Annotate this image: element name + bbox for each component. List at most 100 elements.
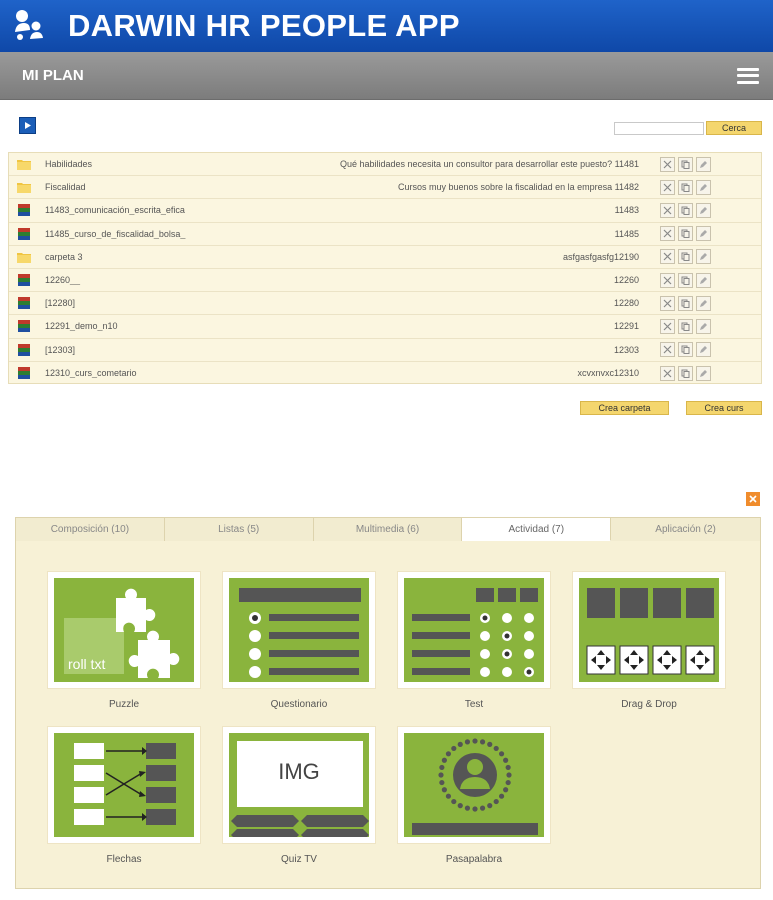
tab-aplicacion[interactable]: Aplicación (2) [611, 518, 760, 541]
quiz-tv-icon: IMG [229, 733, 369, 837]
tile-frame [397, 571, 551, 689]
file-name[interactable]: carpeta 3 [45, 252, 285, 262]
delete-icon[interactable] [660, 365, 675, 381]
delete-icon[interactable] [660, 179, 675, 195]
row-actions [660, 342, 711, 358]
course-book-icon [18, 274, 30, 287]
edit-icon[interactable] [696, 365, 711, 381]
file-row[interactable]: 12310_curs_cometario xcvxnvxc12310 [9, 362, 761, 385]
course-book-icon [18, 204, 30, 217]
edit-icon[interactable] [696, 272, 711, 288]
puzzle-art-text: roll txt [68, 656, 106, 672]
section-bar: MI PLAN [0, 52, 773, 100]
file-row[interactable]: carpeta 3 asfgasfgasfg12190 [9, 246, 761, 269]
delete-icon[interactable] [660, 156, 675, 172]
file-row[interactable]: 11485_curso_de_fiscalidad_bolsa_ 11485 [9, 223, 761, 246]
edit-icon[interactable] [696, 318, 711, 334]
copy-icon[interactable] [678, 226, 693, 242]
app-header: DARWIN HR PEOPLE APP [0, 0, 773, 52]
folder-icon [17, 160, 31, 171]
edit-icon[interactable] [696, 179, 711, 195]
copy-icon[interactable] [678, 249, 693, 265]
delete-icon[interactable] [660, 272, 675, 288]
file-description: 12280 [613, 298, 639, 309]
edit-icon[interactable] [696, 295, 711, 311]
delete-icon[interactable] [660, 202, 675, 218]
edit-icon[interactable] [696, 342, 711, 358]
activity-tile-test[interactable]: Test [397, 571, 551, 710]
activity-tile-puzzle[interactable]: roll txt Puzzle [47, 571, 201, 710]
people-logo-icon [15, 10, 43, 40]
tab-multimedia[interactable]: Multimedia (6) [313, 518, 463, 541]
menu-hamburger-icon[interactable] [737, 67, 759, 84]
activity-label: Puzzle [108, 699, 139, 710]
tab-listas[interactable]: Listas (5) [164, 518, 314, 541]
row-actions [660, 318, 711, 334]
file-row[interactable]: 12291_demo_n10 12291 [9, 315, 761, 339]
file-name[interactable]: 12310_curs_cometario [45, 368, 285, 378]
edit-icon[interactable] [696, 202, 711, 218]
edit-icon[interactable] [696, 156, 711, 172]
file-row[interactable]: 12260__ 12260 [9, 269, 761, 293]
file-name[interactable]: 12291_demo_n10 [45, 321, 285, 331]
tab-composicion[interactable]: Composición (10) [16, 518, 165, 541]
tab-actividad[interactable]: Actividad (7) [462, 518, 612, 541]
activity-tile-flechas[interactable]: Flechas [47, 726, 201, 865]
copy-icon[interactable] [678, 156, 693, 172]
course-book-icon [18, 367, 30, 380]
delete-icon[interactable] [660, 342, 675, 358]
search-button[interactable]: Cerca [706, 121, 762, 135]
file-name[interactable]: 11485_curso_de_fiscalidad_bolsa_ [45, 229, 285, 239]
edit-icon[interactable] [696, 249, 711, 265]
file-row[interactable]: [12303] 12303 [9, 339, 761, 362]
file-name[interactable]: Fiscalidad [45, 182, 285, 192]
play-nav-button[interactable] [19, 117, 36, 134]
puzzle-icon: roll txt [54, 578, 194, 682]
file-name[interactable]: 12260__ [45, 275, 285, 285]
delete-icon[interactable] [660, 249, 675, 265]
activity-tile-quiz-tv[interactable]: IMG Quiz TV [222, 726, 376, 865]
activity-tile-questionario[interactable]: Questionario [222, 571, 376, 710]
file-description: 12303 [613, 344, 639, 355]
tile-frame: roll txt [47, 571, 201, 689]
close-icon [749, 495, 757, 503]
copy-icon[interactable] [678, 179, 693, 195]
section-title: MI PLAN [22, 67, 84, 84]
copy-icon[interactable] [678, 318, 693, 334]
delete-icon[interactable] [660, 226, 675, 242]
search-input[interactable] [614, 122, 704, 135]
delete-icon[interactable] [660, 318, 675, 334]
activity-tile-pasapalabra[interactable]: Pasapalabra [397, 726, 551, 865]
copy-icon[interactable] [678, 272, 693, 288]
copy-icon[interactable] [678, 202, 693, 218]
file-description: 11485 [614, 228, 639, 239]
file-name[interactable]: [12280] [45, 298, 285, 308]
file-name[interactable]: [12303] [45, 345, 285, 355]
activity-label: Quiz TV [281, 854, 317, 865]
close-panel-button[interactable] [746, 492, 760, 506]
file-name[interactable]: Habilidades [45, 159, 285, 169]
play-icon [25, 122, 31, 129]
activity-label: Test [464, 699, 484, 710]
create-folder-button[interactable]: Crea carpeta [580, 401, 669, 415]
file-row[interactable]: 11483_comunicación_escrita_efica 11483 [9, 199, 761, 223]
tile-frame [222, 571, 376, 689]
course-book-icon [18, 297, 30, 310]
file-row[interactable]: [12280] 12280 [9, 292, 761, 316]
activity-tile-drag-drop[interactable]: Drag & Drop [572, 571, 726, 710]
file-row[interactable]: Habilidades Qué habilidades necesita un c… [9, 153, 761, 177]
copy-icon[interactable] [678, 365, 693, 381]
copy-icon[interactable] [678, 342, 693, 358]
edit-icon[interactable] [696, 226, 711, 242]
file-list: Habilidades Qué habilidades necesita un c… [8, 152, 762, 384]
file-name[interactable]: 11483_comunicación_escrita_efica [45, 205, 285, 215]
delete-icon[interactable] [660, 295, 675, 311]
app-title: DARWIN HR PEOPLE APP [68, 8, 460, 43]
row-actions [660, 365, 711, 381]
copy-icon[interactable] [678, 295, 693, 311]
course-book-icon [18, 320, 30, 333]
create-course-button[interactable]: Crea curs [686, 401, 762, 415]
file-row[interactable]: Fiscalidad Cursos muy buenos sobre la fis… [9, 176, 761, 200]
activity-panel: Composición (10) Listas (5) Multimedia (6)… [15, 517, 761, 889]
file-description: 12291 [613, 321, 639, 332]
